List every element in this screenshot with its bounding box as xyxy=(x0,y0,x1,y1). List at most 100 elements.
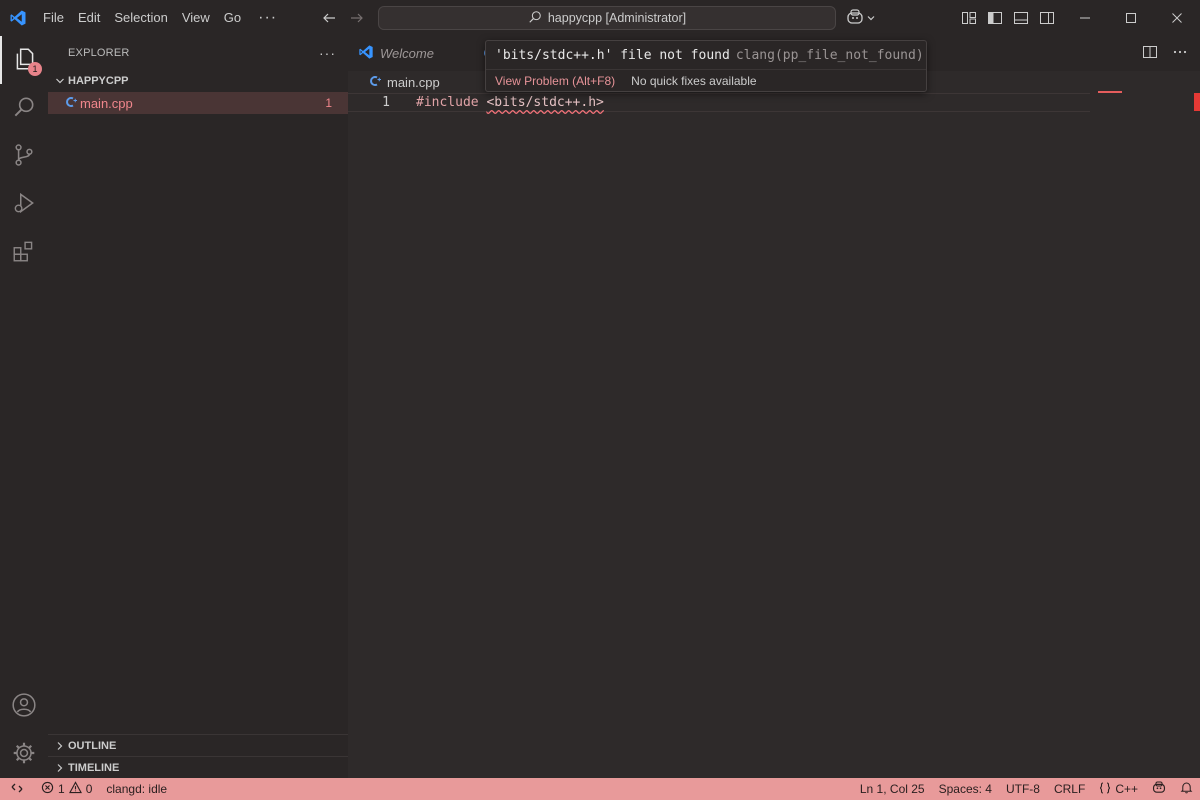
tab-label: Welcome xyxy=(380,46,434,61)
indentation-status[interactable]: Spaces: 4 xyxy=(932,778,999,800)
activity-run-debug[interactable] xyxy=(0,180,48,228)
status-bar: 1 0 clangd: idle Ln 1, Col 25 Spaces: 4 … xyxy=(0,778,1200,800)
search-icon xyxy=(528,10,542,27)
warning-count: 0 xyxy=(85,782,93,796)
outline-section[interactable]: OUTLINE xyxy=(48,734,348,756)
braces-icon xyxy=(1099,781,1111,797)
customize-layout-icon[interactable] xyxy=(958,7,980,29)
remote-indicator[interactable] xyxy=(0,778,34,800)
hover-actions: View Problem (Alt+F8) No quick fixes ava… xyxy=(486,69,926,92)
copilot-status[interactable] xyxy=(1145,778,1173,800)
toggle-primary-sidebar-icon[interactable] xyxy=(984,7,1006,29)
timeline-label: TIMELINE xyxy=(68,761,120,774)
editor-area: Welcome main.cpp 1 #include <bits/stdc++… xyxy=(348,36,1200,778)
activity-manage[interactable] xyxy=(0,730,48,778)
command-center-search[interactable]: happycpp [Administrator] xyxy=(378,6,836,30)
chevron-right-icon xyxy=(52,738,68,754)
remote-icon xyxy=(10,781,24,798)
editor-more-actions-icon[interactable] xyxy=(1172,44,1188,63)
extensions-icon xyxy=(11,238,37,267)
close-icon[interactable] xyxy=(1154,0,1200,36)
toggle-secondary-sidebar-icon[interactable] xyxy=(1036,7,1058,29)
project-folder-name: HAPPYCPP xyxy=(68,75,129,87)
forward-arrow-icon[interactable] xyxy=(346,7,368,29)
back-arrow-icon[interactable] xyxy=(318,7,340,29)
hover-error-text: 'bits/stdc++.h' file not found xyxy=(495,47,730,63)
file-problem-count: 1 xyxy=(325,96,332,110)
include-header-error[interactable]: <bits/stdc++.h> xyxy=(486,95,603,110)
split-editor-icon[interactable] xyxy=(1142,44,1158,63)
toggle-panel-icon[interactable] xyxy=(1010,7,1032,29)
menu-edit[interactable]: Edit xyxy=(71,0,107,36)
hover-message: 'bits/stdc++.h' file not found clang(pp_… xyxy=(486,41,926,69)
sidebar-header: EXPLORER ··· xyxy=(48,36,348,70)
line-number: 1 xyxy=(382,95,390,110)
chevron-down-icon xyxy=(866,11,876,26)
warning-icon xyxy=(68,781,82,797)
copilot-menu-button[interactable] xyxy=(846,6,876,30)
cpp-file-icon xyxy=(368,74,382,91)
breadcrumb-file: main.cpp xyxy=(387,74,440,90)
cpp-file-icon xyxy=(64,95,78,112)
copilot-icon xyxy=(1152,781,1166,797)
minimap-error-mark xyxy=(1098,91,1122,93)
sidebar-bottom-sections: OUTLINE TIMELINE xyxy=(48,734,348,778)
menu-more-button[interactable]: ··· xyxy=(248,0,287,36)
file-item-main-cpp[interactable]: main.cpp 1 xyxy=(48,92,348,114)
maximize-icon[interactable] xyxy=(1108,0,1154,36)
code-text[interactable]: #include <bits/stdc++.h> xyxy=(416,95,604,110)
bell-icon xyxy=(1180,781,1193,797)
view-problem-link[interactable]: View Problem (Alt+F8) xyxy=(495,74,615,88)
language-label: C++ xyxy=(1115,782,1138,796)
menu-bar: File Edit Selection View Go ··· xyxy=(36,0,287,36)
layout-controls xyxy=(958,6,1058,30)
chevron-right-icon xyxy=(52,760,68,776)
menu-selection[interactable]: Selection xyxy=(107,0,174,36)
status-bar-right: Ln 1, Col 25 Spaces: 4 UTF-8 CRLF C++ xyxy=(853,778,1200,800)
menu-file[interactable]: File xyxy=(36,0,71,36)
sidebar-title: EXPLORER xyxy=(68,47,130,59)
project-folder-header[interactable]: HAPPYCPP xyxy=(48,70,348,92)
activity-bar: 1 xyxy=(0,36,48,778)
explorer-more-actions-button[interactable]: ··· xyxy=(319,45,336,61)
source-control-icon xyxy=(11,142,37,171)
eol-status[interactable]: CRLF xyxy=(1047,778,1092,800)
notifications-status[interactable] xyxy=(1173,778,1200,800)
clangd-status[interactable]: clangd: idle xyxy=(99,778,174,800)
cursor-position[interactable]: Ln 1, Col 25 xyxy=(853,778,932,800)
activity-search[interactable] xyxy=(0,84,48,132)
explorer-sidebar: EXPLORER ··· HAPPYCPP main.cpp 1 OUTLINE… xyxy=(48,36,348,778)
search-icon xyxy=(11,94,37,123)
copilot-icon xyxy=(846,8,864,28)
navigation-controls xyxy=(318,0,368,36)
outline-label: OUTLINE xyxy=(68,739,117,752)
timeline-section[interactable]: TIMELINE xyxy=(48,756,348,778)
activity-explorer[interactable]: 1 xyxy=(0,36,48,84)
no-quick-fixes-text: No quick fixes available xyxy=(631,74,757,88)
problems-status[interactable]: 1 0 xyxy=(34,778,99,800)
problems-badge: 1 xyxy=(28,62,42,76)
language-mode[interactable]: C++ xyxy=(1092,778,1145,800)
code-line[interactable]: 1 #include <bits/stdc++.h> xyxy=(348,93,1090,112)
error-count: 1 xyxy=(58,782,65,796)
command-center-label: happycpp [Administrator] xyxy=(547,11,687,25)
menu-view[interactable]: View xyxy=(175,0,217,36)
file-name: main.cpp xyxy=(80,95,133,111)
title-bar: File Edit Selection View Go ··· happycpp… xyxy=(0,0,1200,36)
gear-icon xyxy=(11,740,37,769)
activity-extensions[interactable] xyxy=(0,228,48,276)
vscode-logo-icon xyxy=(0,0,36,36)
editor-actions xyxy=(1142,36,1188,71)
encoding-status[interactable]: UTF-8 xyxy=(999,778,1047,800)
error-hover-widget: 'bits/stdc++.h' file not found clang(pp_… xyxy=(485,40,927,92)
account-icon xyxy=(11,692,37,721)
activity-accounts[interactable] xyxy=(0,682,48,730)
hover-error-code: clang(pp_file_not_found) xyxy=(735,47,924,63)
error-icon xyxy=(41,781,54,797)
overview-ruler-error-mark[interactable] xyxy=(1194,93,1200,111)
tab-welcome[interactable]: Welcome xyxy=(348,36,446,71)
vscode-logo-icon xyxy=(358,44,374,63)
activity-source-control[interactable] xyxy=(0,132,48,180)
minimize-icon[interactable] xyxy=(1062,0,1108,36)
menu-go[interactable]: Go xyxy=(217,0,248,36)
